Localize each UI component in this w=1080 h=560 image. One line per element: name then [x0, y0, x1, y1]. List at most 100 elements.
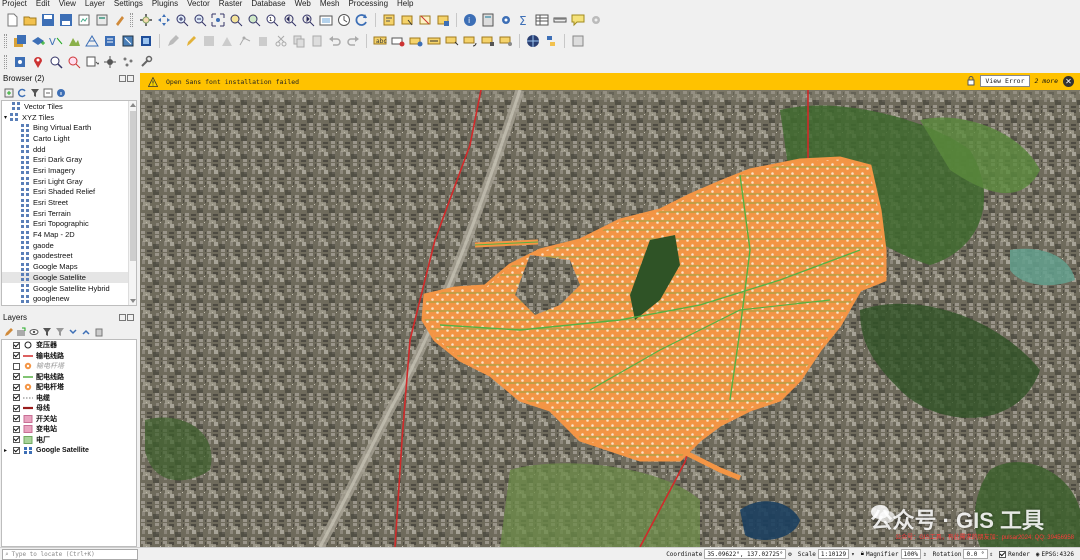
layer-visibility-checkbox[interactable]	[13, 446, 20, 454]
refresh-icon[interactable]	[354, 12, 370, 28]
zoom-native-icon[interactable]: 1	[264, 12, 280, 28]
remove-layer-icon[interactable]	[94, 327, 104, 337]
browser-item[interactable]: Carto Light	[2, 133, 136, 144]
layer-visibility-checkbox[interactable]	[13, 341, 20, 349]
browser-item[interactable]: ▾ XYZ Tiles	[2, 112, 136, 123]
undo-icon[interactable]	[327, 33, 343, 49]
browser-item[interactable]: Esri Shaded Relief	[2, 187, 136, 198]
zoom-full-icon[interactable]	[210, 12, 226, 28]
float-panel-icon[interactable]	[119, 314, 126, 321]
info-icon[interactable]: i	[462, 12, 478, 28]
label-change-icon[interactable]	[480, 33, 496, 49]
wrench-icon[interactable]	[138, 54, 154, 70]
manage-visibility-icon[interactable]	[29, 327, 39, 337]
layer-row[interactable]: 变压器	[2, 340, 136, 351]
menu-item-vector[interactable]: Vector	[187, 0, 210, 10]
browser-item[interactable]: Esri Topographic	[2, 219, 136, 230]
label-move-icon[interactable]	[444, 33, 460, 49]
browser-item[interactable]: Google Satellite Hybrid	[2, 283, 136, 294]
style-manager-icon[interactable]	[112, 12, 128, 28]
settings-gear-icon[interactable]	[498, 12, 514, 28]
menu-item-layer[interactable]: Layer	[85, 0, 105, 10]
vertex-tool-icon[interactable]	[237, 33, 253, 49]
plugin-gear-icon[interactable]	[588, 12, 604, 28]
data-source-manager-icon[interactable]	[12, 33, 28, 49]
open-project-icon[interactable]	[22, 12, 38, 28]
layer-row[interactable]: 电厂	[2, 435, 136, 446]
new-project-icon[interactable]	[4, 12, 20, 28]
zoom-in-icon[interactable]	[174, 12, 190, 28]
globe-icon[interactable]	[525, 33, 541, 49]
layer-visibility-checkbox[interactable]	[13, 436, 20, 444]
layer-visibility-checkbox[interactable]	[13, 425, 20, 433]
add-selected-layers-icon[interactable]	[4, 88, 14, 98]
zoom-out-icon[interactable]	[192, 12, 208, 28]
collapse-all-icon[interactable]	[43, 88, 53, 98]
browser-item[interactable]: Esri Street	[2, 197, 136, 208]
zoom-last-icon[interactable]	[282, 12, 298, 28]
render-checkbox[interactable]	[999, 550, 1007, 558]
toolbar-grip[interactable]	[130, 13, 133, 27]
properties-info-icon[interactable]	[56, 88, 66, 98]
frame-dropdown-icon[interactable]	[84, 54, 100, 70]
more-messages-label[interactable]: 2 more	[1035, 77, 1058, 85]
map-canvas[interactable]: 公众号 · GIS 工具 公众号：GIS工具，有此需求的朋友加：pulsar20…	[140, 90, 1080, 547]
measure-icon[interactable]	[552, 12, 568, 28]
rotation-spin-icon[interactable]: ⇕	[990, 551, 994, 558]
rotation-field[interactable]: 0.0 °	[963, 549, 988, 559]
annotation-tip-icon[interactable]	[570, 12, 586, 28]
magnifier-spin-icon[interactable]: ⇕	[923, 551, 927, 558]
filter-icon[interactable]	[30, 88, 40, 98]
add-mesh-layer-icon[interactable]	[84, 33, 100, 49]
layer-visibility-checkbox[interactable]	[13, 373, 20, 381]
scale-field[interactable]: 1:10129	[817, 549, 850, 559]
view-error-button[interactable]: View Error	[980, 75, 1030, 87]
browser-item[interactable]: gaode	[2, 240, 136, 251]
menu-item-web[interactable]: Web	[295, 0, 311, 10]
menu-item-plugins[interactable]: Plugins	[152, 0, 178, 10]
menu-item-settings[interactable]: Settings	[114, 0, 143, 10]
filter-legend-icon[interactable]	[42, 327, 52, 337]
browser-item[interactable]: Esri Dark Gray	[2, 154, 136, 165]
temporal-controller-icon[interactable]	[336, 12, 352, 28]
select-features-icon[interactable]	[399, 12, 415, 28]
menu-item-view[interactable]: View	[59, 0, 76, 10]
statistics-sigma-icon[interactable]: Σ	[516, 12, 532, 28]
layer-visibility-checkbox[interactable]	[13, 362, 20, 370]
add-feature-icon[interactable]	[219, 33, 235, 49]
pan-to-selection-icon[interactable]	[156, 12, 172, 28]
save-edits-icon[interactable]	[201, 33, 217, 49]
add-wms-icon[interactable]	[138, 33, 154, 49]
menu-item-edit[interactable]: Edit	[36, 0, 50, 10]
save-project-icon[interactable]	[40, 12, 56, 28]
network-hub-icon[interactable]	[102, 54, 118, 70]
layer-visibility-checkbox[interactable]	[13, 415, 20, 423]
label-show-hide-icon[interactable]	[426, 33, 442, 49]
zoom-to-point-icon[interactable]	[66, 54, 82, 70]
crs-button[interactable]: ◉ EPSG:4326	[1036, 551, 1074, 558]
browser-item[interactable]: googlenew	[2, 293, 136, 304]
render-toggle[interactable]: Render	[999, 550, 1030, 558]
add-raster-layer-icon[interactable]	[66, 33, 82, 49]
menu-item-raster[interactable]: Raster	[219, 0, 243, 10]
label-highlight-icon[interactable]	[408, 33, 424, 49]
zoom-next-icon[interactable]	[300, 12, 316, 28]
menu-item-project[interactable]: Project	[2, 0, 27, 10]
close-message-icon[interactable]: ✕	[1063, 75, 1074, 87]
layer-visibility-checkbox[interactable]	[13, 404, 20, 412]
browser-item[interactable]: Bing Virtual Earth	[2, 122, 136, 133]
add-vector-layer-icon[interactable]: V	[48, 33, 64, 49]
identify-features-icon[interactable]	[381, 12, 397, 28]
browser-item[interactable]: Esri Imagery	[2, 165, 136, 176]
search-map-icon[interactable]	[48, 54, 64, 70]
label-rotate-icon[interactable]	[462, 33, 478, 49]
label-tool-icon[interactable]: abc	[372, 33, 388, 49]
layer-row[interactable]: 配电线路	[2, 372, 136, 383]
menu-item-help[interactable]: Help	[397, 0, 413, 10]
layer-row[interactable]: 配电杆塔	[2, 382, 136, 393]
add-group-icon[interactable]	[16, 327, 26, 337]
layer-row[interactable]: 电缆	[2, 393, 136, 404]
add-layer-icon[interactable]	[30, 33, 46, 49]
layer-row[interactable]: 开关站	[2, 414, 136, 425]
map-pin-icon[interactable]	[30, 54, 46, 70]
